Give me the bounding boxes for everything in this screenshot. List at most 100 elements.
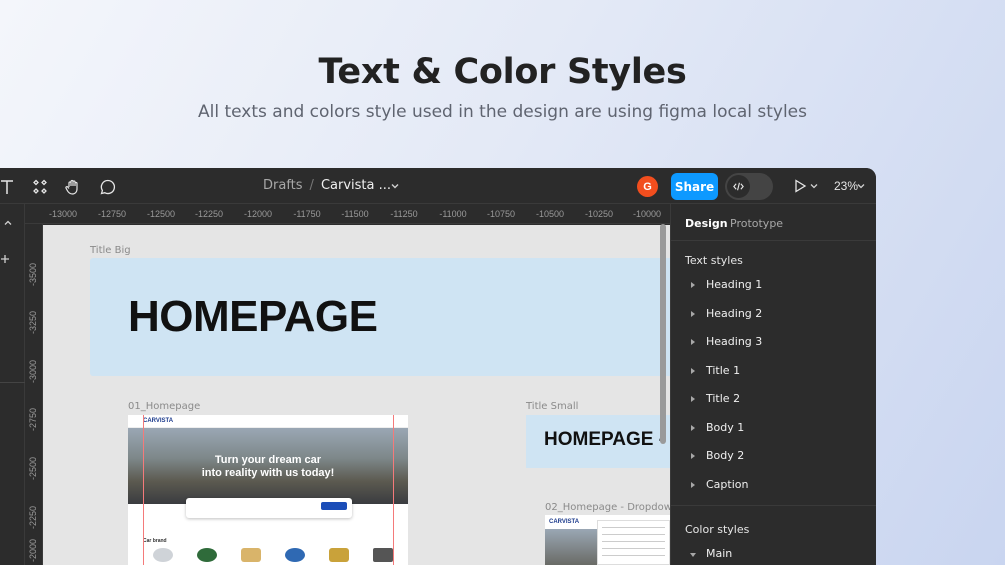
frame-homepage[interactable]: CARVISTA Turn your dream car into realit… [128,415,408,565]
ruler-tick: -2250 [28,505,38,529]
chevron-up-icon[interactable] [3,218,13,228]
small-frame-text: HOMEPAGE - D [544,429,670,450]
ruler-tick: -12250 [194,209,224,219]
frame-label-homepage[interactable]: 01_Homepage [128,401,200,412]
dev-mode-toggle[interactable] [725,173,773,200]
layout-guide [393,415,394,565]
caret-right-icon [691,339,695,345]
text-style-item[interactable]: Caption [691,476,871,496]
text-style-label: Title 2 [706,392,741,405]
hand-icon[interactable] [62,176,84,198]
panel-tabs: Design Prototype [671,204,876,241]
caret-right-icon [691,368,695,374]
hero-subtitle: All texts and colors style used in the d… [198,102,807,122]
ruler-tick: -11750 [293,209,321,219]
brand-logo [197,548,217,562]
ruler-tick: -3500 [28,262,38,286]
ruler-tick: -2750 [28,407,38,431]
ruler-tick: -10250 [584,209,614,219]
color-style-label: Main [706,547,733,560]
caret-right-icon [691,311,695,317]
figma-window: Drafts / Carvista ... G Share 23% -13000 -… [0,168,876,565]
brand-logo [241,548,261,562]
text-style-item[interactable]: Heading 2 [691,305,871,325]
right-panel: Design Prototype Text styles Heading 1 H… [670,204,876,565]
tab-prototype[interactable]: Prototype [730,217,783,230]
text-style-label: Body 2 [706,449,745,462]
ruler-tick: -10000 [632,209,662,219]
canvas[interactable]: Title Big HOMEPAGE 01_Homepage CARVISTA … [43,225,670,565]
frame-label-title-small[interactable]: Title Small [526,401,578,412]
home-hero-image: Turn your dream car into reality with us… [128,428,408,504]
frame-title-big[interactable]: HOMEPAGE [90,258,670,376]
zoom-level[interactable]: 23% [834,179,858,193]
rail-divider [0,382,25,383]
text-style-label: Heading 3 [706,335,763,348]
text-style-label: Title 1 [706,364,741,377]
ruler-top: -13000 -12750 -12500 -12250 -12000 -1175… [25,204,670,224]
ruler-tick: -13000 [48,209,78,219]
ruler-left: -3500 -3250 -3000 -2750 -2500 -2250 -200… [25,224,43,565]
text-style-item[interactable]: Body 1 [691,419,871,439]
home-hero-line1: Turn your dream car [214,454,322,466]
home-hero-line2: into reality with us today! [201,467,335,479]
share-button[interactable]: Share [671,173,718,200]
ruler-tick: -3000 [28,359,38,383]
plus-icon[interactable] [0,254,10,264]
text-style-item[interactable]: Title 1 [691,362,871,382]
ruler-tick: -11250 [390,209,418,219]
text-style-label: Heading 2 [706,307,763,320]
ruler-tick: -2000 [28,538,38,562]
ruler-tick: -10750 [486,209,516,219]
drop-menu [597,520,670,565]
frame-title-small[interactable]: HOMEPAGE - D [526,415,670,468]
panel-divider [671,505,876,506]
chevron-down-icon[interactable] [390,181,400,191]
path-separator: / [309,178,314,193]
text-style-item[interactable]: Heading 1 [691,276,871,296]
caret-right-icon [691,282,695,288]
brand-row [153,548,393,564]
avatar[interactable]: G [637,176,658,197]
tab-design[interactable]: Design [685,217,728,230]
home-logo: CARVISTA [143,418,174,424]
components-icon[interactable] [29,176,51,198]
file-path[interactable]: Drafts / Carvista ... [263,178,391,193]
file-name[interactable]: Carvista ... [321,178,391,193]
caret-right-icon [691,482,695,488]
text-icon[interactable] [0,176,18,198]
brand-logo [329,548,349,562]
canvas-scrollbar[interactable] [660,224,666,444]
zoom-chevron-icon[interactable] [857,182,865,190]
text-style-label: Heading 1 [706,278,763,291]
frame-label-dropdown[interactable]: 02_Homepage - Dropdown [545,502,670,513]
ruler-tick: -11000 [439,209,467,219]
hero-title: Text & Color Styles [318,52,687,92]
ruler-tick: -2500 [28,456,38,480]
frame-label-title-big[interactable]: Title Big [90,245,131,256]
comment-icon[interactable] [97,176,119,198]
code-icon [727,175,750,198]
play-chevron-icon[interactable] [810,182,818,190]
color-style-item[interactable]: Main [690,545,871,565]
ruler-tick: -12500 [146,209,176,219]
layout-guide [143,415,144,565]
path-drafts[interactable]: Drafts [263,178,303,193]
caret-right-icon [691,396,695,402]
home-search-box [186,498,352,518]
text-style-item[interactable]: Title 2 [691,390,871,410]
frame-homepage-dropdown[interactable]: CARVISTA [545,515,670,565]
home-hero-text: Turn your dream car into reality with us… [128,454,408,480]
ruler-tick: -12750 [97,209,127,219]
text-style-label: Body 1 [706,421,745,434]
text-style-label: Caption [706,478,749,491]
caret-right-icon [691,453,695,459]
brand-logo [153,548,173,562]
toolbar: Drafts / Carvista ... G Share 23% [0,168,876,204]
text-style-item[interactable]: Body 2 [691,447,871,467]
text-style-item[interactable]: Heading 3 [691,333,871,353]
brand-logo [373,548,393,562]
ruler-tick: -10500 [535,209,565,219]
ruler-tick: -12000 [243,209,273,219]
play-icon[interactable] [793,179,807,193]
